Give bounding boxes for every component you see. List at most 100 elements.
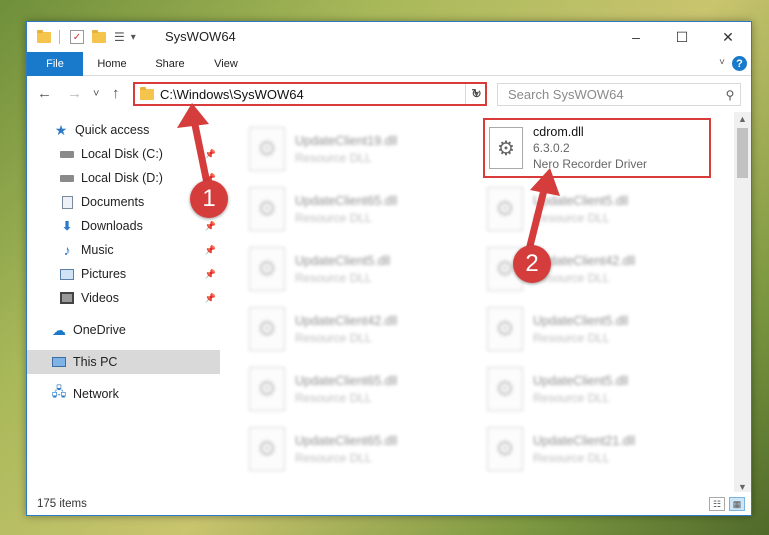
music-icon: ♪ bbox=[63, 242, 71, 258]
folder-icon bbox=[37, 29, 51, 43]
back-button[interactable]: ← bbox=[37, 85, 52, 102]
pin-icon: 📌 bbox=[204, 148, 216, 159]
sidebar-item-videos[interactable]: Videos 📌 bbox=[27, 286, 220, 310]
sidebar-item-this-pc[interactable]: This PC bbox=[27, 350, 220, 374]
sidebar-item-quick-access[interactable]: ★ Quick access bbox=[27, 118, 220, 142]
pictures-icon bbox=[59, 267, 75, 281]
toolbar-dropdown-icon[interactable]: ▾ bbox=[131, 32, 136, 43]
pin-icon: 📌 bbox=[204, 268, 216, 279]
file-name: UpdateClient65.dll bbox=[295, 193, 398, 208]
vertical-scrollbar[interactable]: ▲ ▼ bbox=[734, 112, 751, 494]
sidebar-item-label: Documents bbox=[81, 195, 145, 209]
sidebar-item-label: Pictures bbox=[81, 267, 127, 281]
dll-file-icon: ⚙ bbox=[249, 127, 285, 171]
sidebar-item-pictures[interactable]: Pictures 📌 bbox=[27, 262, 220, 286]
dll-file-icon: ⚙ bbox=[489, 127, 523, 169]
file-explorer-window: ✓ ☰ ▾ SysWOW64 – ☐ ✕ File Home Share Vie… bbox=[26, 21, 752, 516]
file-name: UpdateClient42.dll bbox=[295, 313, 398, 328]
address-path[interactable]: C:\Windows\SysWOW64 bbox=[160, 87, 474, 102]
dll-file-icon: ⚙ bbox=[249, 367, 285, 411]
dll-file-icon: ⚙ bbox=[249, 187, 285, 231]
large-icons-view-icon[interactable]: ▦ bbox=[729, 497, 745, 511]
file-name: UpdateClient65.dll bbox=[295, 433, 398, 448]
downloads-icon: ⬇ bbox=[61, 219, 73, 233]
dll-file-icon: ⚙ bbox=[487, 367, 523, 411]
file-name: UpdateClient5.dll bbox=[533, 373, 629, 388]
details-view-icon[interactable]: ☷ bbox=[709, 497, 725, 511]
quick-access-toolbar: ✓ ☰ ▾ bbox=[37, 29, 136, 45]
title-bar: ✓ ☰ ▾ SysWOW64 – ☐ ✕ bbox=[27, 22, 751, 52]
file-item[interactable]: ⚙ UpdateClient5.dll Resource DLL bbox=[465, 300, 695, 358]
file-type: Resource DLL bbox=[533, 210, 610, 225]
file-name: UpdateClient5.dll bbox=[295, 253, 391, 268]
file-name: UpdateClient21.dll bbox=[533, 433, 636, 448]
drive-icon bbox=[59, 171, 75, 185]
sidebar-item-local-disk-c[interactable]: Local Disk (C:) 📌 bbox=[27, 142, 220, 166]
address-bar[interactable]: C:\Windows\SysWOW64 ▾ bbox=[133, 82, 487, 106]
dll-file-icon: ⚙ bbox=[249, 307, 285, 351]
recent-locations-button[interactable]: ˅ bbox=[93, 88, 99, 100]
file-item[interactable]: ⚙ UpdateClient5.dll Resource DLL bbox=[227, 240, 457, 298]
sidebar-item-local-disk-d[interactable]: Local Disk (D:) 📌 bbox=[27, 166, 220, 190]
file-type: Resource DLL bbox=[295, 450, 372, 465]
file-item[interactable]: ⚙ UpdateClient65.dll Resource DLL bbox=[227, 180, 457, 238]
sidebar-item-label: Local Disk (D:) bbox=[81, 171, 163, 185]
file-version: 6.3.0.2 bbox=[533, 141, 570, 155]
file-name: cdrom.dll bbox=[533, 125, 584, 139]
file-type: Resource DLL bbox=[533, 390, 610, 405]
divider bbox=[59, 30, 60, 44]
forward-button[interactable]: → bbox=[67, 85, 82, 102]
file-item[interactable]: ⚙ UpdateClient65.dll Resource DLL bbox=[227, 360, 457, 418]
scroll-up-icon[interactable]: ▲ bbox=[734, 114, 751, 124]
file-name: UpdateClient19.dll bbox=[295, 133, 398, 148]
dll-file-icon: ⚙ bbox=[487, 187, 523, 231]
navigation-pane: ★ Quick access Local Disk (C:) 📌 Local D… bbox=[27, 112, 220, 494]
file-item[interactable]: ⚙ UpdateClient5.dll Resource DLL bbox=[465, 180, 695, 238]
file-list: ⚙ UpdateClient19.dll Resource DLL ⚙ Updat… bbox=[227, 112, 737, 494]
maximize-button[interactable]: ☐ bbox=[659, 22, 705, 52]
search-box[interactable]: ⚲ bbox=[497, 83, 741, 106]
star-icon: ★ bbox=[54, 121, 68, 138]
file-type: Resource DLL bbox=[295, 210, 372, 225]
sidebar-item-music[interactable]: ♪ Music 📌 bbox=[27, 238, 220, 262]
tab-file[interactable]: File bbox=[27, 52, 83, 76]
file-item[interactable]: ⚙ UpdateClient21.dll Resource DLL bbox=[465, 420, 695, 478]
file-item[interactable]: ⚙ UpdateClient42.dll Resource DLL bbox=[227, 300, 457, 358]
sidebar-item-onedrive[interactable]: ☁ OneDrive bbox=[27, 318, 220, 342]
item-count: 175 items bbox=[37, 497, 87, 510]
minimize-button[interactable]: – bbox=[613, 22, 659, 52]
search-input[interactable] bbox=[508, 87, 720, 102]
tab-view[interactable]: View bbox=[203, 52, 249, 76]
customize-toolbar-icon[interactable]: ☰ bbox=[114, 30, 125, 44]
pin-icon: 📌 bbox=[204, 292, 216, 303]
new-folder-icon[interactable] bbox=[92, 29, 106, 43]
help-icon[interactable]: ? bbox=[732, 56, 747, 71]
tab-share[interactable]: Share bbox=[145, 52, 195, 76]
file-type: Resource DLL bbox=[295, 150, 372, 165]
drive-icon bbox=[59, 147, 75, 161]
file-item-cdrom-dll[interactable]: ⚙ cdrom.dll 6.3.0.2 Nero Recorder Driver bbox=[483, 118, 711, 178]
sidebar-item-label: OneDrive bbox=[73, 323, 126, 337]
file-item[interactable]: ⚙ UpdateClient42.dll Resource DLL bbox=[465, 240, 695, 298]
sidebar-item-downloads[interactable]: ⬇ Downloads 📌 bbox=[27, 214, 220, 238]
videos-icon bbox=[59, 291, 75, 305]
file-item[interactable]: ⚙ UpdateClient65.dll Resource DLL bbox=[227, 420, 457, 478]
collapse-ribbon-icon[interactable]: ˅ bbox=[719, 57, 725, 68]
annotation-badge-1: 1 bbox=[190, 180, 228, 218]
status-bar: 175 items ☷ ▦ bbox=[27, 492, 751, 515]
sidebar-item-label: Quick access bbox=[75, 123, 150, 137]
scrollbar-thumb[interactable] bbox=[737, 128, 748, 178]
sidebar-item-network[interactable]: 🖧 Network bbox=[27, 382, 220, 406]
scroll-down-icon[interactable]: ▼ bbox=[734, 482, 751, 492]
refresh-button[interactable]: ↻ bbox=[465, 84, 487, 104]
close-button[interactable]: ✕ bbox=[705, 22, 751, 52]
file-item[interactable]: ⚙ UpdateClient19.dll Resource DLL bbox=[227, 120, 457, 178]
up-button[interactable]: ↑ bbox=[112, 85, 120, 102]
tab-home[interactable]: Home bbox=[87, 52, 137, 76]
file-item[interactable]: ⚙ UpdateClient5.dll Resource DLL bbox=[465, 360, 695, 418]
folder-icon bbox=[140, 86, 154, 100]
file-type: Resource DLL bbox=[533, 330, 610, 345]
search-icon[interactable]: ⚲ bbox=[720, 88, 740, 102]
properties-icon[interactable]: ✓ bbox=[70, 30, 84, 44]
file-type: Resource DLL bbox=[295, 390, 372, 405]
